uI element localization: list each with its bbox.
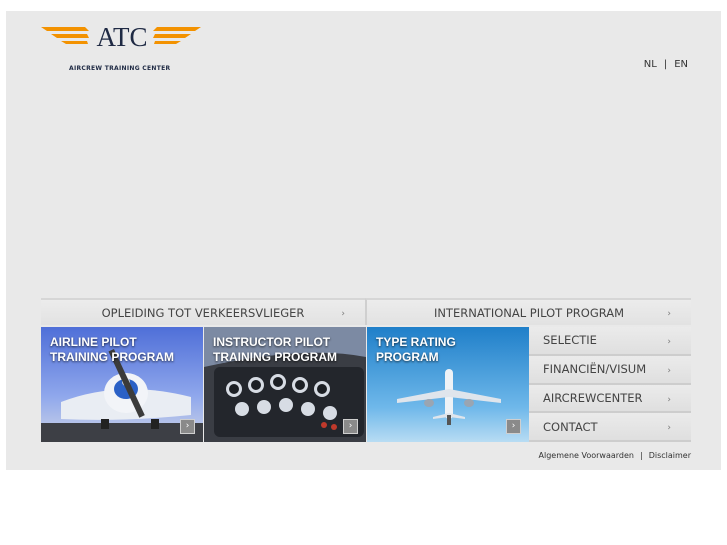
menu-item-label: OPLEIDING TOT VERKEERSVLIEGER — [101, 305, 305, 320]
arrow-right-icon[interactable]: › — [506, 419, 521, 434]
side-item-contact[interactable]: CONTACT › — [529, 413, 691, 442]
side-menu: SELECTIE › FINANCIËN/VISUM › AIRCREWCENT… — [529, 327, 691, 442]
chevron-right-icon: › — [667, 309, 671, 319]
arrow-right-icon[interactable]: › — [343, 419, 358, 434]
tile-title: AIRLINE PILOT TRAINING PROGRAM — [50, 335, 174, 364]
chevron-right-icon: › — [667, 365, 671, 376]
logo-text: ATC — [96, 22, 147, 52]
menu-item-opleiding[interactable]: OPLEIDING TOT VERKEERSVLIEGER › — [41, 298, 365, 325]
arrow-right-icon[interactable]: › — [180, 419, 195, 434]
side-item-label: SELECTIE — [543, 333, 597, 348]
language-switcher: NL | EN — [644, 59, 688, 70]
tile-title: INSTRUCTOR PILOT TRAINING PROGRAM — [213, 335, 337, 364]
tile-title: TYPE RATING PROGRAM — [376, 335, 456, 364]
tile-airline-pilot[interactable]: AIRLINE PILOT TRAINING PROGRAM › — [41, 327, 203, 442]
side-item-aircrewcenter[interactable]: AIRCREWCENTER › — [529, 384, 691, 414]
program-tiles: AIRLINE PILOT TRAINING PROGRAM › INSTRUC… — [41, 327, 529, 442]
chevron-right-icon: › — [341, 309, 345, 319]
side-item-selectie[interactable]: SELECTIE › — [529, 327, 691, 356]
main-menu: OPLEIDING TOT VERKEERSVLIEGER › INTERNAT… — [41, 298, 691, 325]
disclaimer-link[interactable]: Disclaimer — [649, 451, 691, 460]
side-item-financien[interactable]: FINANCIËN/VISUM › — [529, 355, 691, 385]
chevron-right-icon: › — [667, 394, 671, 405]
tile-type-rating[interactable]: TYPE RATING PROGRAM › — [367, 327, 529, 442]
menu-item-label: INTERNATIONAL PILOT PROGRAM — [433, 305, 625, 320]
side-item-label: FINANCIËN/VISUM — [543, 362, 647, 377]
logo-tagline: AIRCREW TRAINING CENTER — [69, 65, 171, 72]
side-item-label: AIRCREWCENTER — [543, 390, 643, 405]
tile-instructor-pilot[interactable]: INSTRUCTOR PILOT TRAINING PROGRAM › — [204, 327, 366, 442]
footer-links: Algemene Voorwaarden | Disclaimer — [539, 451, 691, 460]
lang-en-link[interactable]: EN — [674, 59, 688, 70]
menu-item-international[interactable]: INTERNATIONAL PILOT PROGRAM › — [365, 298, 691, 325]
chevron-right-icon: › — [667, 337, 671, 347]
terms-link[interactable]: Algemene Voorwaarden — [539, 451, 634, 460]
lang-separator: | — [663, 59, 668, 70]
footer-separator: | — [639, 451, 643, 460]
chevron-right-icon: › — [667, 423, 671, 434]
lang-nl-link[interactable]: NL — [644, 59, 657, 70]
side-item-label: CONTACT — [543, 419, 598, 434]
